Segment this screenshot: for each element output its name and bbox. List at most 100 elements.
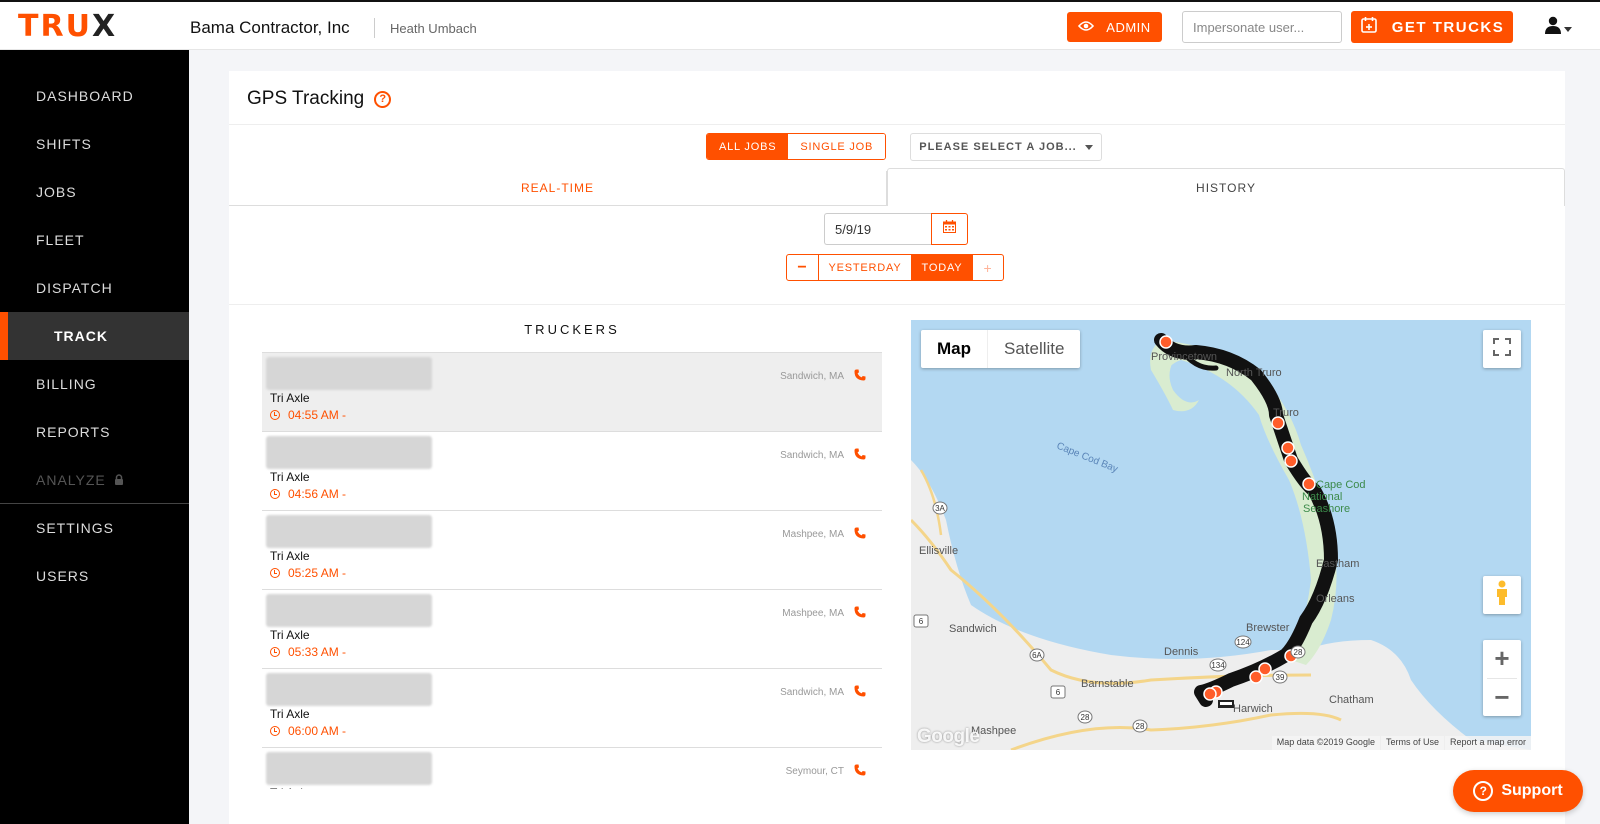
- trucker-location: Sandwich, MA: [780, 450, 844, 461]
- admin-button[interactable]: ADMIN: [1067, 12, 1162, 42]
- stop-marker: [1249, 670, 1263, 684]
- trucker-location: Sandwich, MA: [780, 687, 844, 698]
- sidebar-item-billing[interactable]: BILLING: [0, 360, 189, 408]
- sidebar-item-label: SETTINGS: [36, 520, 115, 536]
- shift-time: 06:00 AM -: [270, 724, 346, 738]
- help-icon[interactable]: ?: [374, 90, 392, 108]
- single-job-button[interactable]: SINGLE JOB: [788, 134, 886, 159]
- previous-day-button[interactable]: −: [787, 255, 819, 280]
- sidebar: DASHBOARD SHIFTS JOBS FLEET DISPATCH TRA…: [0, 50, 189, 824]
- get-trucks-label: GET TRUCKS: [1391, 18, 1505, 36]
- sidebar-item-dispatch[interactable]: DISPATCH: [0, 264, 189, 312]
- route-shield: 28: [1132, 719, 1148, 733]
- stop-marker: [1159, 335, 1173, 349]
- sidebar-item-jobs[interactable]: JOBS: [0, 168, 189, 216]
- shift-time: 05:25 AM -: [270, 566, 346, 580]
- trucker-row[interactable]: Tri Axle 06:00 AM - Sandwich, MA: [262, 669, 882, 748]
- sidebar-item-settings[interactable]: SETTINGS: [0, 504, 189, 552]
- calendar-plus-icon: [1360, 16, 1378, 38]
- today-button[interactable]: TODAY: [911, 255, 973, 280]
- header-divider: [374, 18, 375, 38]
- calendar-button[interactable]: [931, 213, 968, 245]
- all-jobs-button[interactable]: ALL JOBS: [707, 134, 789, 159]
- sidebar-item-dashboard[interactable]: DASHBOARD: [0, 72, 189, 120]
- logo-text: TRU: [18, 9, 92, 44]
- trux-logo[interactable]: TRUX: [18, 12, 117, 42]
- map-label-provincetown: Provincetown: [1151, 351, 1217, 363]
- trucker-location: Mashpee, MA: [782, 608, 844, 619]
- sidebar-item-label: USERS: [36, 568, 90, 584]
- redacted-name: [266, 436, 432, 469]
- map-data-credit: Map data ©2019 Google: [1271, 736, 1380, 750]
- route-shield: 28: [1290, 645, 1306, 659]
- shift-time: 04:56 AM -: [270, 487, 346, 501]
- sidebar-item-users[interactable]: USERS: [0, 552, 189, 600]
- question-icon: ?: [1473, 781, 1494, 801]
- sidebar-item-analyze: ANALYZE: [0, 456, 189, 504]
- phone-icon[interactable]: [854, 447, 866, 465]
- map-label-brewster: Brewster: [1246, 622, 1290, 634]
- phone-icon[interactable]: [854, 605, 866, 623]
- svg-text:6: 6: [1056, 688, 1061, 697]
- phone-icon[interactable]: [854, 368, 866, 386]
- clock-icon: [270, 726, 280, 736]
- sidebar-item-track[interactable]: TRACK: [0, 312, 189, 360]
- yesterday-button[interactable]: YESTERDAY: [819, 255, 911, 280]
- trucker-row[interactable]: Tri Axle 05:33 AM - Mashpee, MA: [262, 590, 882, 669]
- google-logo[interactable]: Google: [917, 726, 980, 748]
- route-shield: 39: [1272, 670, 1288, 684]
- sidebar-item-fleet[interactable]: FLEET: [0, 216, 189, 264]
- trucker-row[interactable]: Tri Axle 04:55 AM - Sandwich, MA: [262, 353, 882, 432]
- sidebar-item-reports[interactable]: REPORTS: [0, 408, 189, 456]
- trucker-row[interactable]: Tri Axle 05:25 AM - Mashpee, MA: [262, 511, 882, 590]
- map-type-satellite-button[interactable]: Satellite: [988, 330, 1080, 368]
- phone-icon[interactable]: [854, 763, 866, 781]
- shift-time-text: 04:56 AM -: [288, 487, 347, 501]
- job-select-dropdown[interactable]: PLEASE SELECT A JOB...: [910, 133, 1102, 161]
- truckers-list[interactable]: Tri Axle 04:55 AM - Sandwich, MA Tri Axl…: [262, 352, 882, 789]
- terms-of-use-link[interactable]: Terms of Use: [1380, 736, 1444, 750]
- shift-time: 05:33 AM -: [270, 645, 346, 659]
- truck-type: Tri Axle: [270, 549, 310, 563]
- svg-text:6A: 6A: [1032, 651, 1042, 660]
- fullscreen-button[interactable]: [1483, 330, 1521, 368]
- map-label-chatham: Chatham: [1329, 694, 1374, 706]
- tab-real-time[interactable]: REAL-TIME: [229, 171, 887, 206]
- phone-icon[interactable]: [854, 684, 866, 702]
- shift-time-text: 05:33 AM -: [288, 645, 347, 659]
- get-trucks-button[interactable]: GET TRUCKS: [1351, 11, 1513, 43]
- map-label-harwich: Harwich: [1233, 703, 1273, 715]
- clock-icon: [270, 647, 280, 657]
- date-input[interactable]: [824, 213, 931, 245]
- svg-text:39: 39: [1276, 673, 1285, 682]
- report-map-error-link[interactable]: Report a map error: [1444, 736, 1531, 750]
- street-view-pegman[interactable]: [1483, 576, 1521, 614]
- sidebar-item-shifts[interactable]: SHIFTS: [0, 120, 189, 168]
- map-label-eastham: Eastham: [1316, 558, 1359, 570]
- svg-text:6: 6: [919, 617, 924, 626]
- user-menu[interactable]: [1545, 16, 1572, 39]
- map-label-ellisville: Ellisville: [919, 545, 958, 557]
- shift-time-text: 05:25 AM -: [288, 566, 347, 580]
- gps-map[interactable]: Ellisville Sandwich Barnstable Dennis Br…: [911, 320, 1531, 750]
- phone-icon[interactable]: [854, 526, 866, 544]
- day-navigation: − YESTERDAY TODAY +: [786, 254, 1004, 281]
- tab-history[interactable]: HISTORY: [887, 168, 1565, 206]
- trucker-row[interactable]: Tri Axle Seymour, CT: [262, 748, 882, 789]
- support-button[interactable]: ? Support: [1453, 770, 1583, 812]
- sidebar-item-label: DISPATCH: [36, 280, 113, 296]
- zoom-in-button[interactable]: +: [1483, 640, 1521, 678]
- impersonate-user-input[interactable]: [1182, 11, 1342, 43]
- map-type-map-button[interactable]: Map: [921, 330, 988, 368]
- svg-text:28: 28: [1081, 713, 1090, 722]
- trucker-row[interactable]: Tri Axle 04:56 AM - Sandwich, MA: [262, 432, 882, 511]
- map-label-orleans: Orleans: [1316, 593, 1355, 605]
- sidebar-item-label: ANALYZE: [36, 472, 106, 488]
- zoom-control: + −: [1483, 640, 1521, 716]
- controls-divider: [229, 304, 1565, 305]
- trucker-location: Sandwich, MA: [780, 371, 844, 382]
- truck-type: Tri Axle: [270, 470, 310, 484]
- zoom-out-button[interactable]: −: [1483, 678, 1521, 716]
- truck-marker: [1218, 700, 1234, 708]
- next-day-button[interactable]: +: [973, 255, 1003, 280]
